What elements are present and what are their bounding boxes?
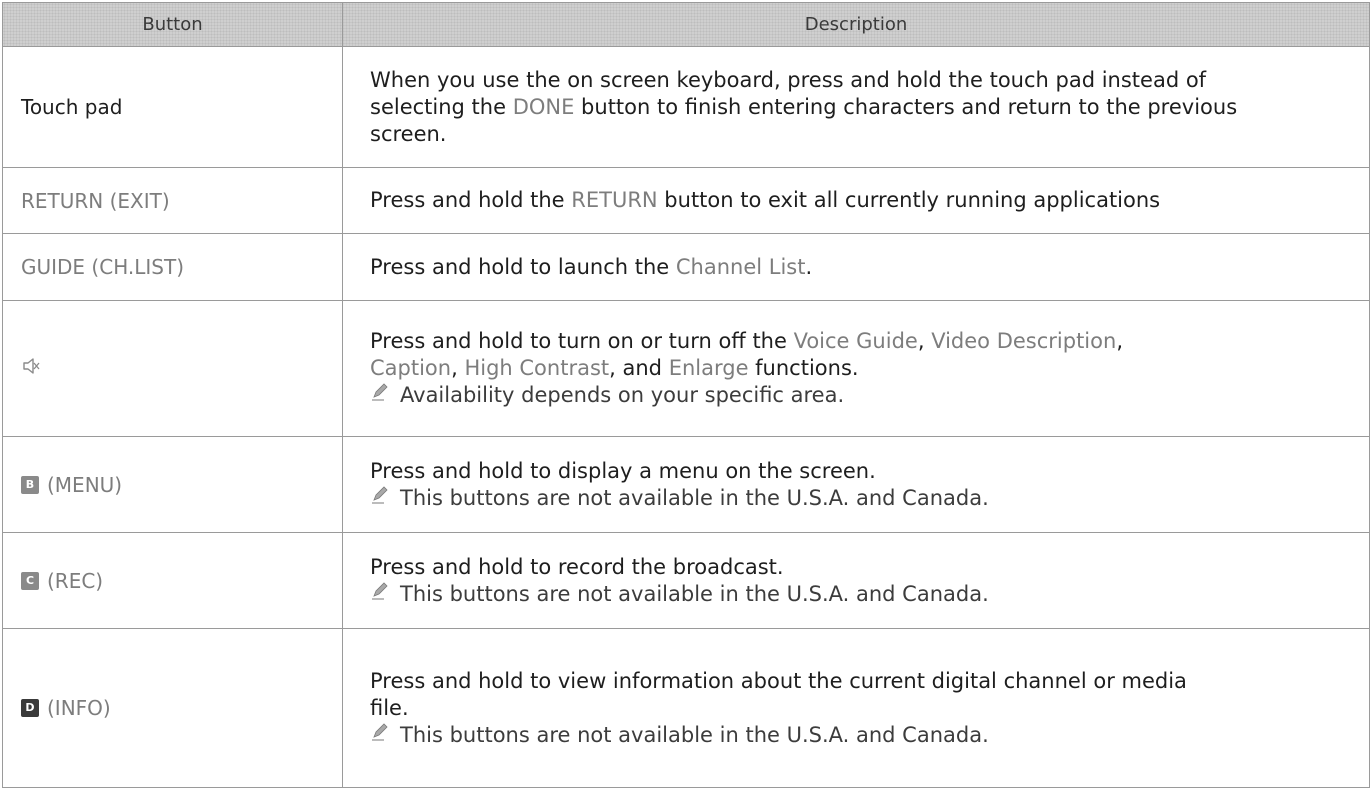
note-line: This buttons are not available in the U.… bbox=[370, 722, 1349, 749]
remote-button-table: Button Description Touch pad When you us… bbox=[2, 2, 1370, 788]
table-row: Touch pad When you use the on screen key… bbox=[3, 47, 1369, 168]
b-key-icon: B bbox=[21, 475, 39, 494]
description-line: selecting the DONE button to finish ente… bbox=[370, 94, 1238, 119]
description-cell: When you use the on screen keyboard, pre… bbox=[343, 47, 1369, 167]
description-line: Press and hold to turn on or turn off th… bbox=[370, 329, 1123, 353]
description-line: screen. bbox=[370, 121, 447, 146]
description-cell: Press and hold to turn on or turn off th… bbox=[343, 301, 1369, 436]
highlighted-term: Voice Guide bbox=[793, 329, 918, 353]
description-cell: Press and hold to display a menu on the … bbox=[343, 437, 1369, 532]
button-cell: D (INFO) bbox=[3, 629, 343, 787]
header-button: Button bbox=[3, 3, 343, 46]
note-line: Availability depends on your specific ar… bbox=[370, 382, 1349, 409]
pencil-note-icon bbox=[370, 485, 392, 512]
highlighted-term: Channel List bbox=[675, 254, 806, 279]
table-row: B (MENU) Press and hold to display a men… bbox=[3, 437, 1369, 533]
table-row: D (INFO) Press and hold to view informat… bbox=[3, 629, 1369, 787]
highlighted-term: Enlarge bbox=[668, 356, 749, 380]
description-line: When you use the on screen keyboard, pre… bbox=[370, 67, 1207, 92]
button-cell: C (REC) bbox=[3, 533, 343, 628]
highlighted-term: DONE bbox=[512, 94, 575, 119]
pencil-note-icon bbox=[370, 382, 392, 409]
highlighted-term: Caption bbox=[370, 356, 452, 380]
table-row: RETURN (EXIT) Press and hold the RETURN … bbox=[3, 168, 1369, 234]
note-text: Availability depends on your specific ar… bbox=[400, 383, 845, 407]
table-header-row: Button Description bbox=[3, 3, 1369, 47]
note-text: This buttons are not available in the U.… bbox=[400, 581, 989, 606]
description-cell: Press and hold to launch the Channel Lis… bbox=[343, 234, 1369, 300]
description-cell: Press and hold the RETURN button to exit… bbox=[343, 168, 1369, 233]
pencil-note-icon bbox=[370, 722, 392, 749]
highlighted-term: Video Description bbox=[931, 329, 1117, 353]
button-cell bbox=[3, 301, 343, 436]
pencil-note-icon bbox=[370, 581, 392, 608]
description-cell: Press and hold to view information about… bbox=[343, 629, 1369, 787]
accessibility-icon bbox=[21, 356, 41, 381]
button-cell: RETURN (EXIT) bbox=[3, 168, 343, 233]
description-line: file. bbox=[370, 695, 409, 720]
description-line: Press and hold to view information about… bbox=[370, 668, 1187, 693]
note-text: This buttons are not available in the U.… bbox=[400, 722, 989, 747]
description-line: Press and hold to launch the Channel Lis… bbox=[370, 254, 813, 279]
button-label: (MENU) bbox=[47, 472, 123, 497]
description-line: Press and hold to record the broadcast. bbox=[370, 554, 784, 579]
description-line: Press and hold to display a menu on the … bbox=[370, 458, 876, 483]
button-cell: GUIDE (CH.LIST) bbox=[3, 234, 343, 300]
table-row: C (REC) Press and hold to record the bro… bbox=[3, 533, 1369, 629]
note-text: This buttons are not available in the U.… bbox=[400, 485, 989, 510]
description-line: Press and hold the RETURN button to exit… bbox=[370, 188, 1161, 212]
table-row: Press and hold to turn on or turn off th… bbox=[3, 301, 1369, 437]
button-label: (REC) bbox=[47, 568, 104, 593]
button-cell: B (MENU) bbox=[3, 437, 343, 532]
description-cell: Press and hold to record the broadcast. … bbox=[343, 533, 1369, 628]
note-line: This buttons are not available in the U.… bbox=[370, 581, 1349, 608]
highlighted-term: High Contrast bbox=[464, 356, 610, 380]
description-line: Caption, High Contrast, and Enlarge func… bbox=[370, 356, 859, 380]
header-description: Description bbox=[804, 14, 908, 35]
highlighted-term: RETURN bbox=[571, 188, 658, 212]
d-key-icon: D bbox=[21, 699, 39, 717]
button-label: (INFO) bbox=[47, 696, 111, 720]
button-cell: Touch pad bbox=[3, 47, 343, 167]
c-key-icon: C bbox=[21, 571, 39, 590]
table-row: GUIDE (CH.LIST) Press and hold to launch… bbox=[3, 234, 1369, 301]
note-line: This buttons are not available in the U.… bbox=[370, 485, 1349, 512]
